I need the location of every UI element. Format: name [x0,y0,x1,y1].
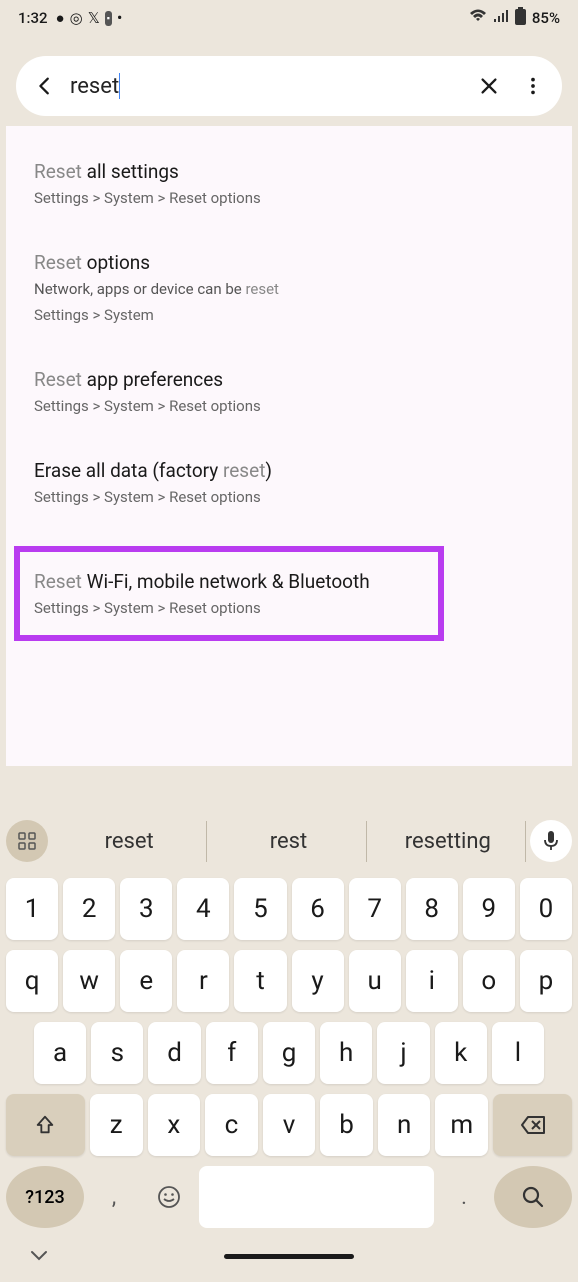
result-title: Erase all data (factory reset) [34,459,544,482]
key-symbols[interactable]: ?123 [6,1166,84,1228]
key-4[interactable]: 4 [177,878,229,940]
paytm-icon: ▪ [105,11,112,26]
keyboard-suggestion-1[interactable]: reset [52,821,207,862]
key-space[interactable] [199,1166,434,1228]
search-results: Reset all settings Settings > System > R… [6,126,572,766]
key-0[interactable]: 0 [520,878,572,940]
key-9[interactable]: 9 [463,878,515,940]
key-6[interactable]: 6 [292,878,344,940]
keyboard-mic-button[interactable] [530,820,572,862]
search-input-text: reset [70,74,119,99]
keyboard-suggestion-2[interactable]: rest [211,821,366,862]
keyboard-suggestion-3[interactable]: resetting [371,821,526,862]
keyboard-bottom-row: ?123 , . [6,1166,572,1228]
result-path: Settings > System [34,306,544,324]
result-title: Reset options [34,251,544,274]
key-g[interactable]: g [263,1022,315,1084]
nav-bar [6,1236,572,1276]
key-search[interactable] [494,1166,572,1228]
instagram-icon: ◎ [70,9,83,27]
result-reset-wifi-mobile-bluetooth[interactable]: Reset Wi-Fi, mobile network & Bluetooth … [14,546,444,641]
keyboard-row-zxcv: z x c v b n m [6,1094,572,1156]
key-3[interactable]: 3 [120,878,172,940]
key-n[interactable]: n [378,1094,431,1156]
key-7[interactable]: 7 [349,878,401,940]
key-w[interactable]: w [63,950,115,1012]
status-time: 1:32 [18,9,48,27]
battery-percent: 85% [532,9,560,27]
key-h[interactable]: h [320,1022,372,1084]
nav-home-pill[interactable] [224,1254,354,1259]
result-path: Settings > System > Reset options [34,189,544,207]
key-emoji[interactable] [144,1166,194,1228]
result-path: Settings > System > Reset options [34,599,424,617]
keyboard-row-asdf: a s d f g h j k l [6,1022,572,1084]
key-shift[interactable] [6,1094,85,1156]
wifi-icon [469,9,487,27]
clear-button[interactable] [478,75,500,97]
key-x[interactable]: x [148,1094,201,1156]
key-8[interactable]: 8 [406,878,458,940]
key-d[interactable]: d [148,1022,200,1084]
result-erase-all-data[interactable]: Erase all data (factory reset) Settings … [34,455,544,510]
key-m[interactable]: m [435,1094,488,1156]
status-app-icons: ● ◎ 𝕏 ▪ • [56,9,123,27]
key-p[interactable]: p [520,950,572,1012]
key-k[interactable]: k [435,1022,487,1084]
key-backspace[interactable] [493,1094,572,1156]
key-1[interactable]: 1 [6,878,58,940]
key-t[interactable]: t [234,950,286,1012]
search-bar: reset [16,56,562,116]
keyboard: reset rest resetting 1 2 3 4 5 6 7 8 9 0… [0,804,578,1282]
result-title: Reset all settings [34,160,544,183]
key-o[interactable]: o [463,950,515,1012]
key-z[interactable]: z [90,1094,143,1156]
status-bar: 1:32 ● ◎ 𝕏 ▪ • 85% [0,0,578,36]
signal-icon [493,9,509,27]
key-c[interactable]: c [205,1094,258,1156]
key-q[interactable]: q [6,950,58,1012]
result-title: Reset Wi-Fi, mobile network & Bluetooth [34,570,424,593]
key-v[interactable]: v [263,1094,316,1156]
keyboard-apps-button[interactable] [6,820,48,862]
key-i[interactable]: i [406,950,458,1012]
key-f[interactable]: f [206,1022,258,1084]
search-input-wrapper[interactable]: reset [70,73,464,99]
keyboard-row-qwerty: q w e r t y u i o p [6,950,572,1012]
key-5[interactable]: 5 [234,878,286,940]
key-j[interactable]: j [377,1022,429,1084]
result-reset-all-settings[interactable]: Reset all settings Settings > System > R… [34,156,544,211]
overflow-menu-button[interactable] [522,75,544,97]
key-u[interactable]: u [349,950,401,1012]
result-subtitle: Network, apps or device can be reset [34,280,544,298]
keyboard-row-numbers: 1 2 3 4 5 6 7 8 9 0 [6,878,572,940]
status-left: 1:32 ● ◎ 𝕏 ▪ • [18,9,122,27]
key-s[interactable]: s [91,1022,143,1084]
key-e[interactable]: e [120,950,172,1012]
key-comma[interactable]: , [89,1166,139,1228]
chat-icon: ● [56,9,65,27]
result-reset-options[interactable]: Reset options Network, apps or device ca… [34,247,544,328]
keyboard-suggestions-bar: reset rest resetting [6,814,572,868]
key-l[interactable]: l [492,1022,544,1084]
battery-icon [515,7,526,29]
text-cursor [119,73,120,99]
keyboard-collapse-button[interactable] [30,1247,48,1266]
x-icon: 𝕏 [88,9,100,27]
key-y[interactable]: y [292,950,344,1012]
result-reset-app-preferences[interactable]: Reset app preferences Settings > System … [34,364,544,419]
result-path: Settings > System > Reset options [34,488,544,506]
key-period[interactable]: . [439,1166,489,1228]
result-path: Settings > System > Reset options [34,397,544,415]
key-2[interactable]: 2 [63,878,115,940]
key-a[interactable]: a [34,1022,86,1084]
status-right: 85% [469,7,560,29]
key-b[interactable]: b [320,1094,373,1156]
result-title: Reset app preferences [34,368,544,391]
dot-icon: • [117,9,122,27]
key-r[interactable]: r [177,950,229,1012]
back-button[interactable] [34,75,56,97]
